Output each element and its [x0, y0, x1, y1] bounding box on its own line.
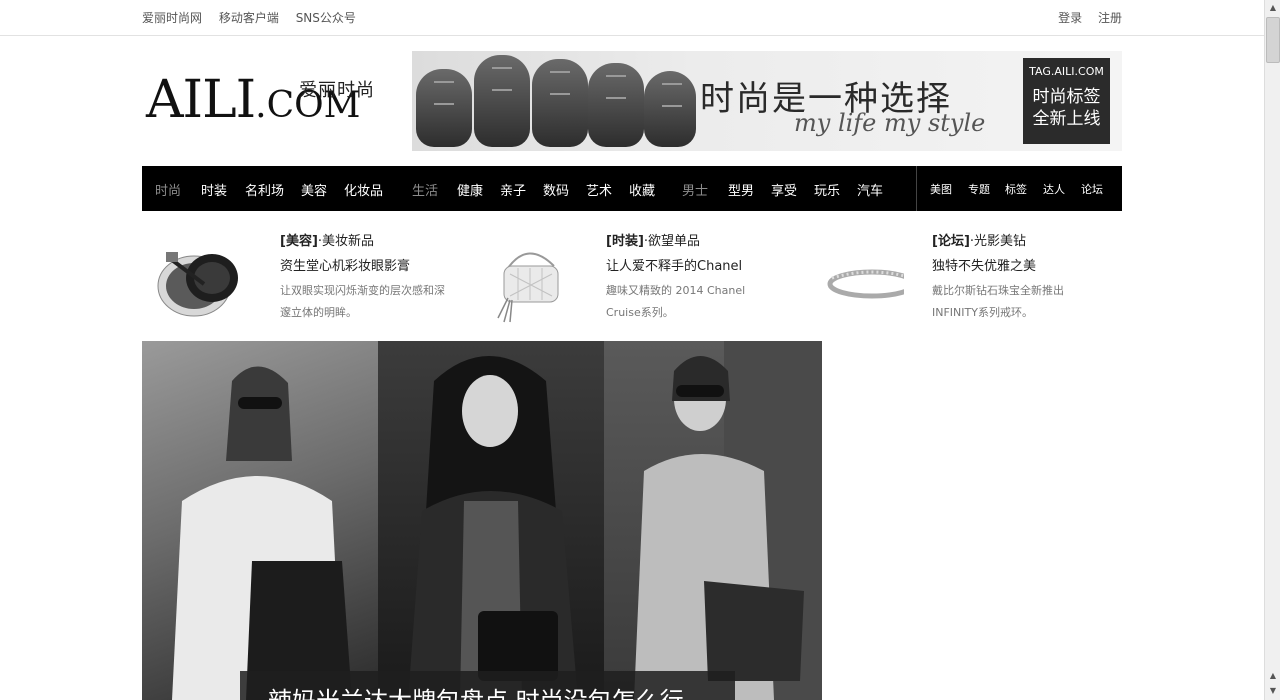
mobile-client-link[interactable]: 移动客户端: [219, 11, 279, 25]
nav-item-play[interactable]: 玩乐: [814, 180, 840, 199]
nav-item-art[interactable]: 艺术: [586, 180, 612, 199]
banner-tag-line1: 时尚标签: [1032, 87, 1101, 107]
feature-title[interactable]: 资生堂心机彩妆眼影膏: [280, 255, 410, 274]
main-nav: 时尚 时装 名利场 美容 化妆品 生活 健康 亲子 数码 艺术 收藏 男士 型男…: [142, 166, 1122, 211]
hero-photo-left: [142, 341, 378, 700]
nav-item-photos[interactable]: 美图: [930, 181, 952, 197]
feature-title[interactable]: 让人爱不释手的Chanel: [606, 255, 742, 274]
feature-description: 戴比尔斯钻石珠宝全新推出INFINITY系列戒环。: [932, 284, 1064, 319]
sns-account-link[interactable]: SNS公众号: [296, 11, 356, 25]
banner-tag-line2: 全新上线: [1032, 109, 1101, 129]
banner-tag-box: TAG.AILI.COM 时尚标签 全新上线: [1023, 58, 1110, 144]
nav-item-beauty[interactable]: 美容: [301, 180, 327, 199]
register-link[interactable]: 注册: [1098, 11, 1122, 25]
logo-chinese-name: 爱丽时尚: [299, 80, 375, 101]
nav-item-collection[interactable]: 收藏: [629, 180, 655, 199]
nav-category-men[interactable]: 男士: [682, 180, 708, 199]
top-bar: 爱丽时尚网 移动客户端 SNS公众号 登录 注册: [0, 0, 1264, 36]
nav-item-cosmetics[interactable]: 化妆品: [344, 180, 383, 199]
hero-photo-right: [604, 341, 822, 700]
nav-item-experts[interactable]: 达人: [1043, 181, 1065, 197]
feature-description: 趣味又精致的 2014 Chanel Cruise系列。: [606, 284, 746, 319]
hero-photo-middle: [378, 341, 604, 700]
banner-slogan: my life my style: [794, 109, 986, 137]
nav-item-stylish-men[interactable]: 型男: [728, 180, 754, 199]
feature-category[interactable]: [论坛]·光影美钻: [932, 230, 1026, 249]
feature-title[interactable]: 独特不失优雅之美: [932, 255, 1036, 274]
nav-item-enjoy[interactable]: 享受: [771, 180, 797, 199]
nav-item-digital[interactable]: 数码: [543, 180, 569, 199]
nav-item-parenting[interactable]: 亲子: [500, 180, 526, 199]
hero-caption[interactable]: 辣妈米兰达大牌包盘点 时尚没包怎么行: [240, 671, 735, 700]
nav-item-forum[interactable]: 论坛: [1081, 181, 1103, 197]
site-home-link[interactable]: 爱丽时尚网: [142, 11, 202, 25]
page-scrollbar[interactable]: ▲ ▲ ▼: [1264, 0, 1280, 700]
feature-category[interactable]: [美容]·美妆新品: [280, 230, 374, 249]
nav-category-fashion[interactable]: 时尚: [155, 180, 181, 199]
nav-category-life[interactable]: 生活: [412, 180, 438, 199]
nav-divider: [916, 166, 917, 211]
top-links-left: 爱丽时尚网 移动客户端 SNS公众号: [142, 9, 369, 26]
nav-item-topics[interactable]: 专题: [968, 181, 990, 197]
scrollbar-thumb[interactable]: [1266, 17, 1280, 63]
feature-description: 让双眼实现闪烁渐变的层次感和深邃立体的明眸。: [280, 284, 445, 319]
tag-banner-ad[interactable]: 时尚是一种选择 my life my style TAG.AILI.COM 时尚…: [412, 51, 1122, 151]
feature-item[interactable]: [论坛]·光影美钻 独特不失优雅之美 戴比尔斯钻石珠宝全新推出INFINITY系…: [794, 230, 1120, 325]
feature-item[interactable]: [美容]·美妆新品 资生堂心机彩妆眼影膏 让双眼实现闪烁渐变的层次感和深邃立体的…: [142, 230, 468, 325]
scroll-up-icon[interactable]: ▲: [1267, 2, 1279, 14]
login-link[interactable]: 登录: [1058, 11, 1082, 25]
nav-item-cars[interactable]: 汽车: [857, 180, 883, 199]
scroll-up-icon[interactable]: ▲: [1267, 670, 1279, 682]
scroll-down-icon[interactable]: ▼: [1267, 685, 1279, 697]
chanel-bag-icon: [468, 238, 578, 328]
diamond-ring-icon: [794, 238, 917, 328]
nav-item-celebrity[interactable]: 名利场: [245, 180, 284, 199]
banner-tag-domain: TAG.AILI.COM: [1029, 65, 1104, 78]
nav-item-health[interactable]: 健康: [457, 180, 483, 199]
eyeshadow-compact-icon: [142, 238, 252, 328]
hero-slideshow[interactable]: 辣妈米兰达大牌包盘点 时尚没包怎么行: [142, 341, 822, 700]
nav-item-clothing[interactable]: 时装: [201, 180, 227, 199]
top-links-right: 登录 注册: [1046, 9, 1122, 26]
shoes-image: [412, 51, 702, 151]
feature-category[interactable]: [时装]·欲望单品: [606, 230, 700, 249]
nav-item-tags[interactable]: 标签: [1005, 181, 1027, 197]
site-logo[interactable]: AILI.COM 爱丽时尚: [142, 70, 387, 130]
feature-item[interactable]: [时装]·欲望单品 让人爱不释手的Chanel 趣味又精致的 2014 Chan…: [468, 230, 794, 325]
